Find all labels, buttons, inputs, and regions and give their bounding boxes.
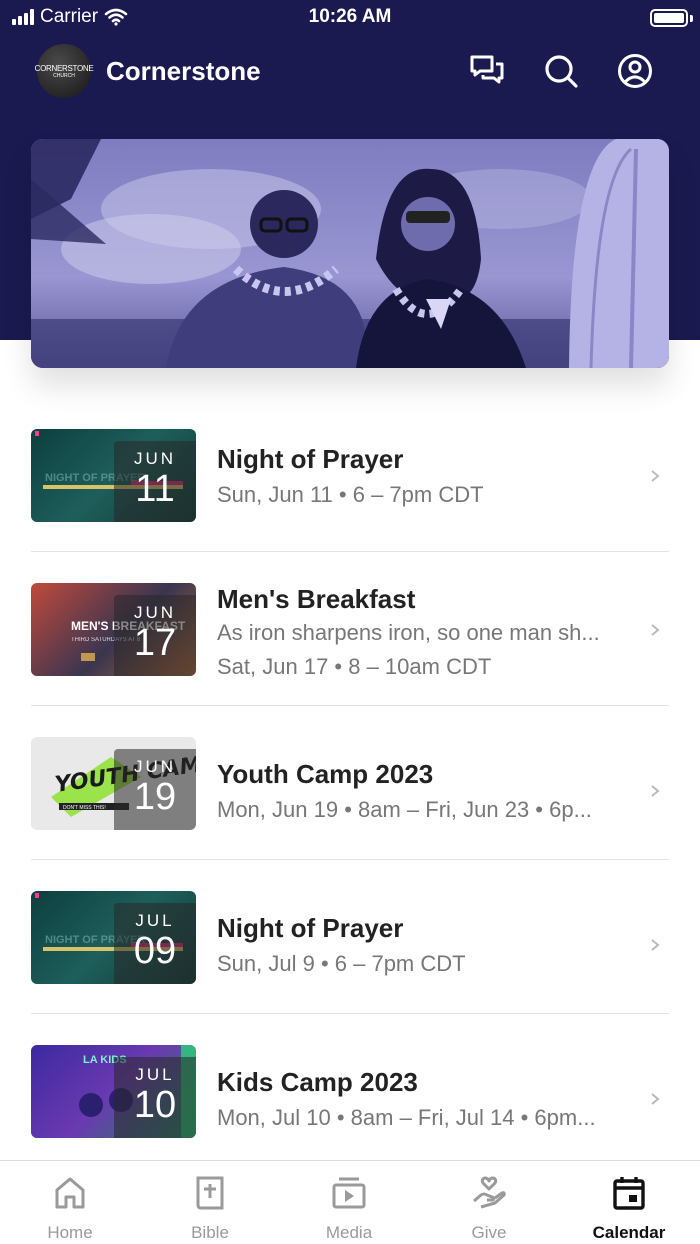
event-datetime: Sun, Jun 11 • 6 – 7pm CDT xyxy=(217,482,484,507)
chat-icon[interactable] xyxy=(468,52,506,90)
event-day: 10 xyxy=(133,1084,177,1126)
app-title: Cornerstone xyxy=(106,56,261,86)
event-title: Night of Prayer xyxy=(217,444,404,474)
event-date-badge: JUN 19 xyxy=(114,749,196,830)
event-day: 17 xyxy=(133,622,177,664)
event-title: Night of Prayer xyxy=(217,913,404,943)
hero-banner[interactable] xyxy=(31,139,669,368)
status-time: 10:26 AM xyxy=(308,6,392,27)
tab-label: Bible xyxy=(191,1223,229,1242)
event-date-badge: JUN 17 xyxy=(114,595,196,676)
event-day: 11 xyxy=(135,468,175,510)
event-month: JUN xyxy=(133,757,177,776)
chevron-right-icon xyxy=(651,624,660,636)
tab-home[interactable]: Home xyxy=(15,1173,125,1243)
svg-text:DON'T MISS THIS!: DON'T MISS THIS! xyxy=(63,805,106,811)
event-row[interactable]: LA KIDS JUL 10 Kids Camp 2023 Mon, Jul 1… xyxy=(31,1014,669,1174)
event-day: 09 xyxy=(133,930,177,972)
hero-photo xyxy=(31,139,669,368)
tab-bible[interactable]: Bible xyxy=(155,1173,265,1243)
chevron-right-icon xyxy=(651,785,660,797)
event-month: JUL xyxy=(135,911,175,930)
event-datetime: Sun, Jul 9 • 6 – 7pm CDT xyxy=(217,951,466,976)
event-title: Kids Camp 2023 xyxy=(217,1067,418,1097)
event-date-badge: JUL 10 xyxy=(114,1057,196,1138)
event-row[interactable]: YOUTH CAMP DON'T MISS THIS! JUN 19 Youth… xyxy=(31,706,669,860)
event-datetime: Mon, Jun 19 • 8am – Fri, Jun 23 • 6p... xyxy=(217,797,592,822)
event-row[interactable]: NIGHT OF PRAYER JUL 09 Night of Prayer S… xyxy=(31,860,669,1014)
battery-tip xyxy=(690,15,693,22)
church-logo[interactable]: CORNERSTONE CHURCH xyxy=(35,44,94,98)
event-description: As iron sharpens iron, so one man sh... xyxy=(217,620,600,645)
event-datetime: Mon, Jul 10 • 8am – Fri, Jul 14 • 6pm... xyxy=(217,1105,596,1130)
media-icon xyxy=(294,1173,404,1213)
calendar-icon xyxy=(574,1173,684,1213)
tab-give[interactable]: Give xyxy=(434,1173,544,1243)
event-thumbnail: NIGHT OF PRAYER JUL 09 xyxy=(31,891,196,984)
tab-label: Home xyxy=(47,1223,93,1242)
events-list: NIGHT OF PRAYER JUN 11 Night of Prayer S… xyxy=(31,398,669,1174)
event-thumbnail: NIGHT OF PRAYER JUN 11 xyxy=(31,429,196,522)
event-month: JUN xyxy=(133,603,177,622)
event-row[interactable]: MEN'S BREAKFAST THIRD SATURDAYS AT 8 JUN… xyxy=(31,552,669,706)
give-icon xyxy=(434,1173,544,1213)
tab-label: Calendar xyxy=(592,1223,666,1242)
tab-label: Media xyxy=(325,1223,373,1242)
chevron-right-icon xyxy=(651,939,660,951)
battery-icon xyxy=(650,9,688,27)
event-title: Men's Breakfast xyxy=(217,584,416,614)
home-icon xyxy=(15,1173,125,1213)
event-datetime: Sat, Jun 17 • 8 – 10am CDT xyxy=(217,654,492,679)
event-month: JUN xyxy=(133,449,177,468)
event-thumbnail: YOUTH CAMP DON'T MISS THIS! JUN 19 xyxy=(31,737,196,830)
chevron-right-icon xyxy=(651,470,660,482)
event-date-badge: JUL 09 xyxy=(114,903,196,984)
event-month: JUL xyxy=(135,1065,175,1084)
profile-icon[interactable] xyxy=(616,52,654,90)
chevron-right-icon xyxy=(651,1093,660,1105)
status-bar: Carrier 10:26 AM xyxy=(0,0,700,36)
tab-bar: Home Bible Media Give Calendar xyxy=(0,1160,700,1244)
event-thumbnail: MEN'S BREAKFAST THIRD SATURDAYS AT 8 JUN… xyxy=(31,583,196,676)
tab-label: Give xyxy=(471,1223,507,1242)
event-date-badge: JUN 11 xyxy=(114,441,196,522)
top-nav: CORNERSTONE CHURCH Cornerstone xyxy=(0,42,700,102)
search-icon[interactable] xyxy=(542,52,580,90)
tab-media[interactable]: Media xyxy=(294,1173,404,1243)
bible-icon xyxy=(155,1173,265,1213)
event-day: 19 xyxy=(133,776,177,818)
event-thumbnail: LA KIDS JUL 10 xyxy=(31,1045,196,1138)
event-title: Youth Camp 2023 xyxy=(217,759,434,789)
event-row[interactable]: NIGHT OF PRAYER JUN 11 Night of Prayer S… xyxy=(31,398,669,552)
tab-calendar[interactable]: Calendar xyxy=(574,1173,684,1243)
